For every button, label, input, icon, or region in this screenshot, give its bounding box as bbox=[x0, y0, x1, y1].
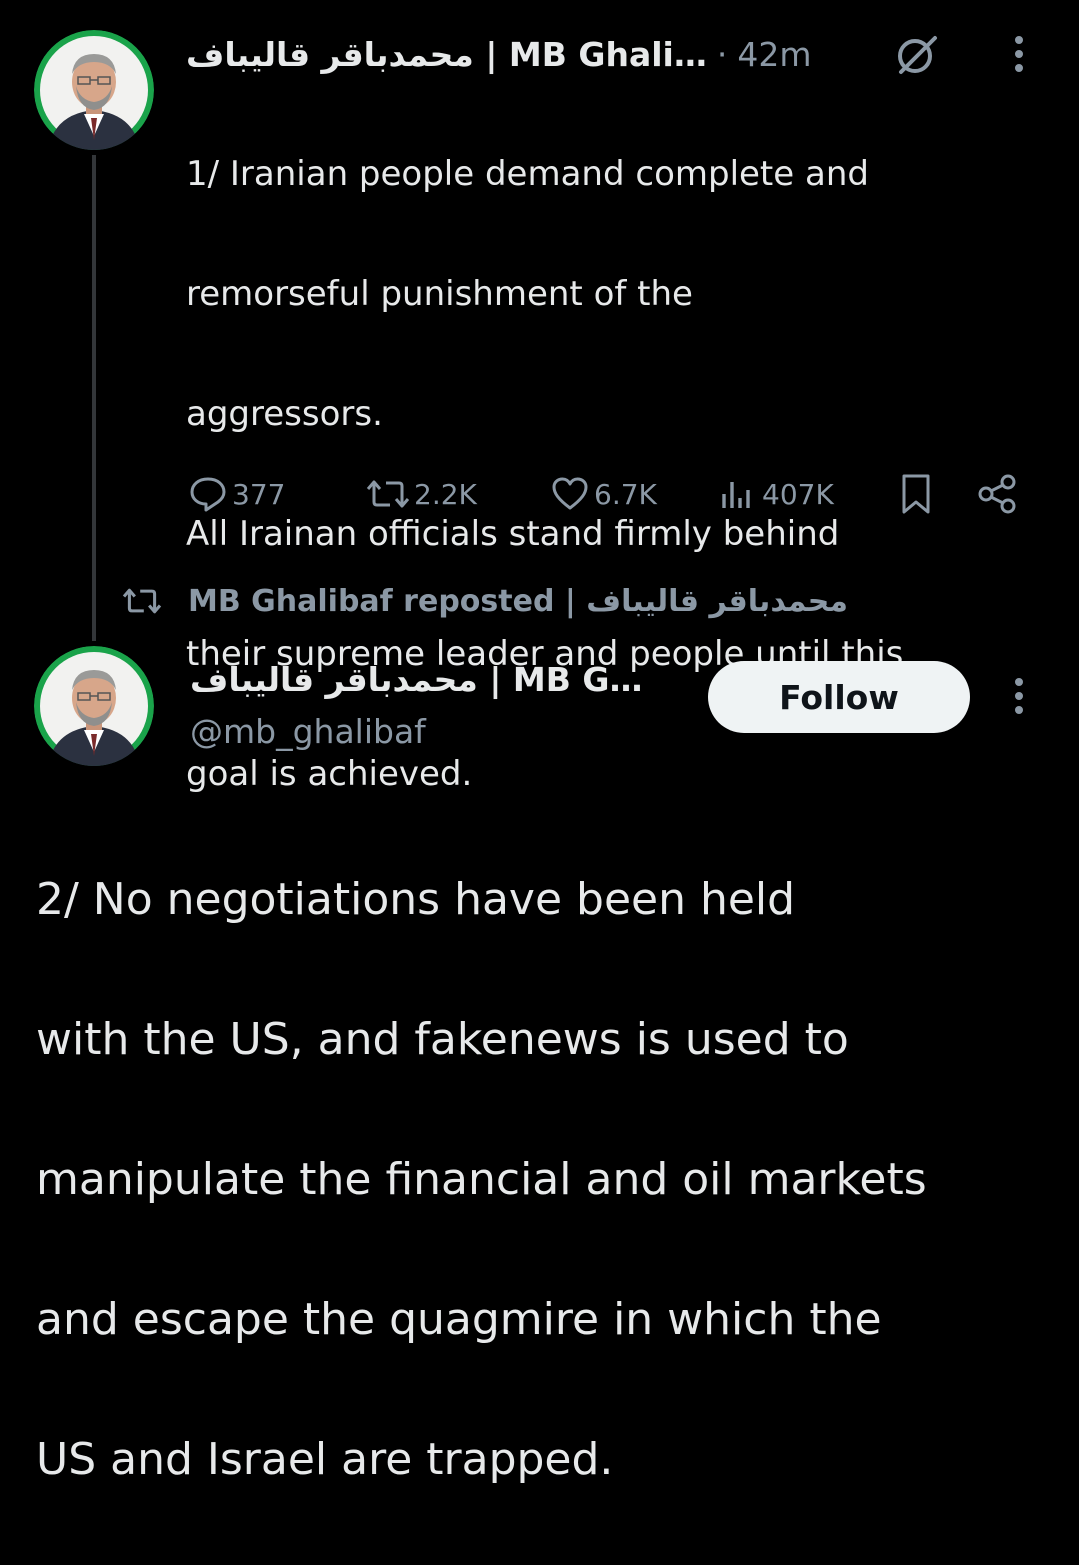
repost-button[interactable]: 2.2K bbox=[366, 470, 477, 518]
more-icon[interactable] bbox=[1013, 34, 1025, 78]
tweet-text-line: 2/ No negotiations have been held bbox=[36, 874, 796, 925]
grok-icon[interactable] bbox=[893, 30, 941, 78]
meta-separator: · bbox=[716, 34, 728, 74]
tweet-header: …MB Ghali | محمدباقر قالیباف · 42m bbox=[186, 28, 926, 80]
bookmark-icon bbox=[902, 474, 930, 514]
thread-connector-line bbox=[92, 155, 96, 641]
like-button[interactable]: 6.7K bbox=[550, 470, 657, 518]
heart-icon bbox=[552, 477, 588, 510]
share-button[interactable] bbox=[976, 470, 1020, 518]
views-button[interactable]: 407K bbox=[718, 470, 834, 518]
avatar[interactable] bbox=[34, 646, 154, 766]
reply-button[interactable]: 377 bbox=[188, 470, 285, 518]
repost-icon bbox=[366, 480, 410, 508]
repost-notice-text: MB Ghalibaf reposted | محمدباقر قالیباف bbox=[188, 583, 848, 619]
author-handle[interactable]: @mb_ghalibaf bbox=[190, 708, 426, 756]
avatar[interactable] bbox=[34, 30, 154, 150]
tweet-text-line: with the US, and fakenews is used to bbox=[36, 1014, 849, 1065]
repost-count: 2.2K bbox=[414, 477, 477, 511]
tweet-text-line: 1/ Iranian people demand complete and bbox=[186, 154, 869, 194]
tweet-text-line: remorseful punishment of the bbox=[186, 274, 693, 314]
tweet-time[interactable]: 42m bbox=[737, 35, 811, 74]
reply-count: 377 bbox=[232, 477, 286, 511]
repost-notice[interactable]: MB Ghalibaf reposted | محمدباقر قالیباف bbox=[122, 576, 848, 626]
tweet-text: 2/ No negotiations have been held with t… bbox=[36, 795, 1056, 1565]
views-count: 407K bbox=[762, 477, 834, 511]
tweet-text-line: US and Israel are trapped. bbox=[36, 1434, 614, 1485]
views-icon bbox=[722, 482, 750, 508]
like-count: 6.7K bbox=[594, 477, 657, 511]
reply-icon bbox=[190, 477, 226, 512]
more-icon[interactable] bbox=[1013, 676, 1025, 720]
bookmark-button[interactable] bbox=[896, 470, 936, 518]
share-icon bbox=[978, 474, 1016, 514]
author-display-name[interactable]: …MB G | محمدباقر قالیباف bbox=[190, 656, 642, 704]
repost-icon bbox=[122, 588, 162, 614]
tweet-text-line: and escape the quagmire in which the bbox=[36, 1294, 882, 1345]
tweet-text-line: aggressors. bbox=[186, 394, 383, 434]
author-display-name[interactable]: …MB Ghali | محمدباقر قالیباف bbox=[186, 35, 707, 74]
follow-button[interactable]: Follow bbox=[708, 661, 970, 733]
tweet-text-line: manipulate the financial and oil markets bbox=[36, 1154, 927, 1205]
